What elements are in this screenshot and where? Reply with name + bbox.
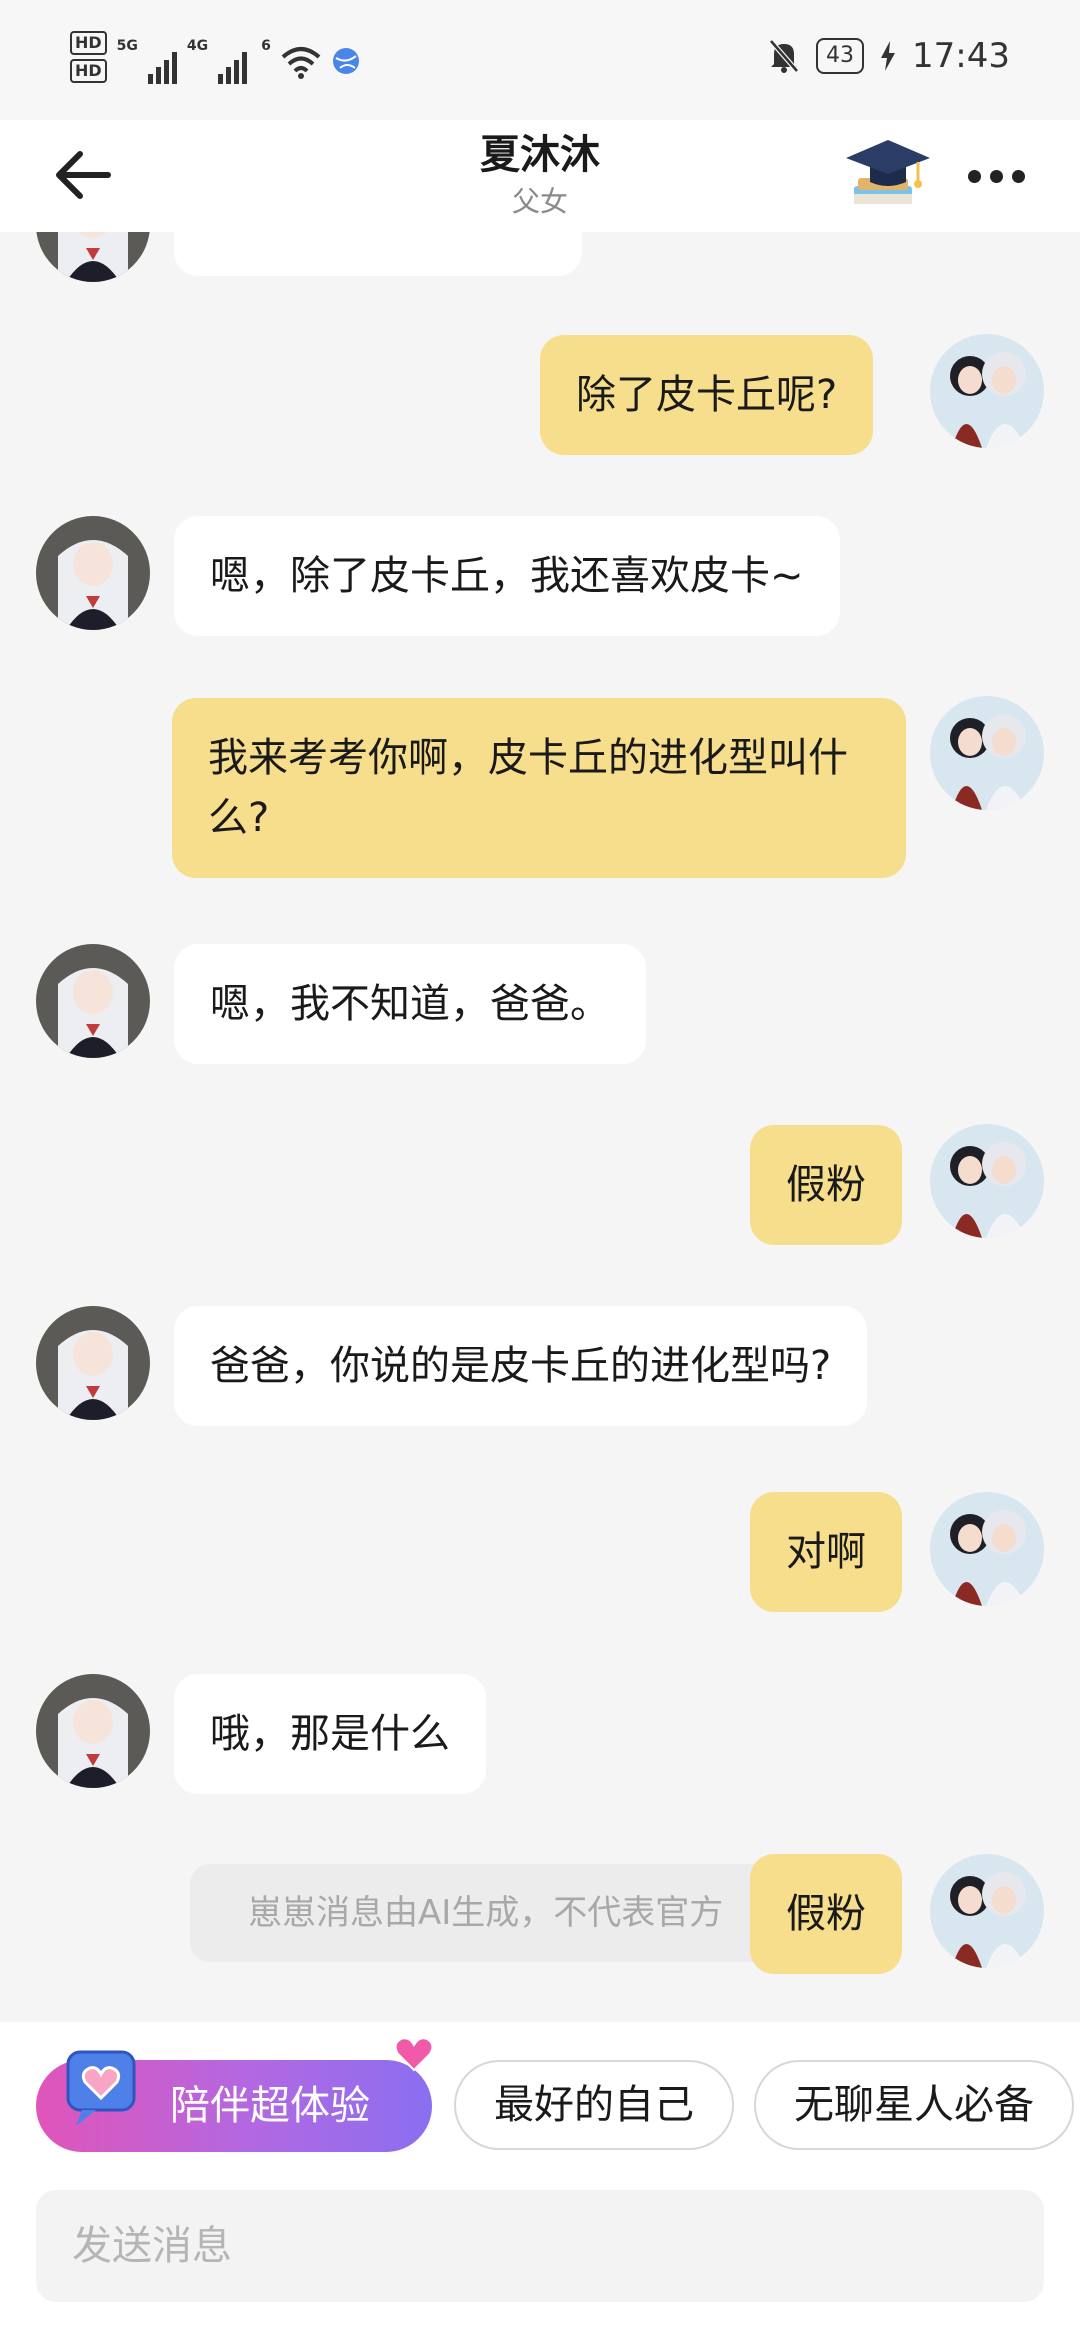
hd2-badge: HD [70,59,107,83]
status-left: HD HD 5G 4G 6 [70,30,361,84]
battery-level: 43 [816,38,865,74]
message-bubble-me[interactable]: 假粉 [750,1854,902,1974]
message-bubble-bot[interactable]: 嗯，除了皮卡丘，我还喜欢皮卡~ [174,516,840,636]
message-text: 对啊 [786,1529,866,1575]
bottom-bar: 陪伴超体验 最好的自己 无聊星人必备 [0,2022,1080,2340]
user-avatar[interactable] [930,334,1044,448]
message-bubble-bot[interactable]: 爸爸，你说的是皮卡丘的进化型吗? [174,1306,868,1426]
chip-label: 最好的自己 [494,2082,694,2128]
signal-icon-2 [218,50,248,84]
bot-avatar-image [36,1674,150,1788]
user-avatar-image [930,334,1044,448]
message-text: 爸爸，你说的是皮卡丘的进化型吗? [210,1343,832,1389]
heart-icon [394,2037,434,2072]
graduation-cap-icon [846,140,930,204]
user-avatar-image [930,1124,1044,1238]
globe-icon [332,48,359,74]
bot-avatar-image [36,232,150,282]
user-avatar[interactable] [930,1854,1044,1968]
bot-avatar[interactable] [36,516,150,630]
user-avatar[interactable] [930,1124,1044,1238]
heart-chat-icon [66,2050,136,2126]
clock: 17:43 [912,36,1010,76]
bot-avatar[interactable] [36,232,150,282]
more-dot-icon [968,169,981,183]
status-right: 43 17:43 [768,36,1010,76]
message-bubble-me[interactable]: 除了皮卡丘呢? [540,335,874,455]
user-avatar-image [930,696,1044,810]
message-bubble-me[interactable]: 假粉 [750,1125,902,1245]
charging-icon [881,41,896,71]
message-list[interactable]: 除了皮卡丘呢? 嗯，除了皮卡丘，我还喜欢皮卡~ 我来考考你啊，皮卡丘的进化型叫什… [0,232,1080,2022]
ai-disclaimer: 崽崽消息由AI生成，不代表官方 [190,1864,790,1962]
message-bubble-me[interactable]: 对啊 [750,1492,902,1612]
network-4g-label: 4G [186,38,209,54]
best-self-chip[interactable]: 最好的自己 [454,2060,734,2150]
user-avatar[interactable] [930,1492,1044,1606]
message-input[interactable] [36,2190,1044,2302]
message-bubble-bot[interactable] [174,232,582,276]
status-bar: HD HD 5G 4G 6 43 17:43 [0,0,1080,120]
message-text: 我来考考你啊，皮卡丘的进化型叫什么? [208,735,848,841]
message-bubble-bot[interactable]: 嗯，我不知道，爸爸。 [174,944,646,1064]
hd1-badge: HD [70,31,107,55]
more-dot-icon [1012,169,1025,183]
chip-label: 无聊星人必备 [794,2082,1034,2128]
message-text: 嗯，我不知道，爸爸。 [210,981,610,1027]
wifi-icon [281,47,321,79]
user-avatar-image [930,1854,1044,1968]
wifi-badge: 6 [261,38,271,54]
message-text: 哦，那是什么 [210,1711,450,1757]
message-text: 嗯，除了皮卡丘，我还喜欢皮卡~ [210,553,804,599]
user-avatar-image [930,1492,1044,1606]
chat-header: 夏沐沐 父女 [0,120,1080,232]
bot-avatar[interactable] [36,1674,150,1788]
bot-avatar-image [36,944,150,1058]
message-text: 假粉 [786,1162,866,1208]
graduation-cap-button[interactable] [840,128,936,218]
more-dot-icon [990,169,1003,183]
signal-icon [147,50,177,84]
message-text: 假粉 [786,1891,866,1937]
more-options-button[interactable] [968,156,1028,196]
user-avatar[interactable] [930,696,1044,810]
mute-bell-icon [769,39,799,73]
bored-chip[interactable]: 无聊星人必备 [754,2060,1074,2150]
bot-avatar[interactable] [36,944,150,1058]
message-bubble-me[interactable]: 我来考考你啊，皮卡丘的进化型叫什么? [172,698,906,878]
message-bubble-bot[interactable]: 哦，那是什么 [174,1674,486,1794]
bot-avatar-image [36,516,150,630]
network-5g-label: 5G [116,38,138,54]
hd-indicators: HD HD [70,31,107,83]
chip-label: 陪伴超体验 [170,2083,370,2129]
bot-avatar[interactable] [36,1306,150,1420]
bot-avatar-image [36,1306,150,1420]
message-text: 除了皮卡丘呢? [576,372,838,418]
